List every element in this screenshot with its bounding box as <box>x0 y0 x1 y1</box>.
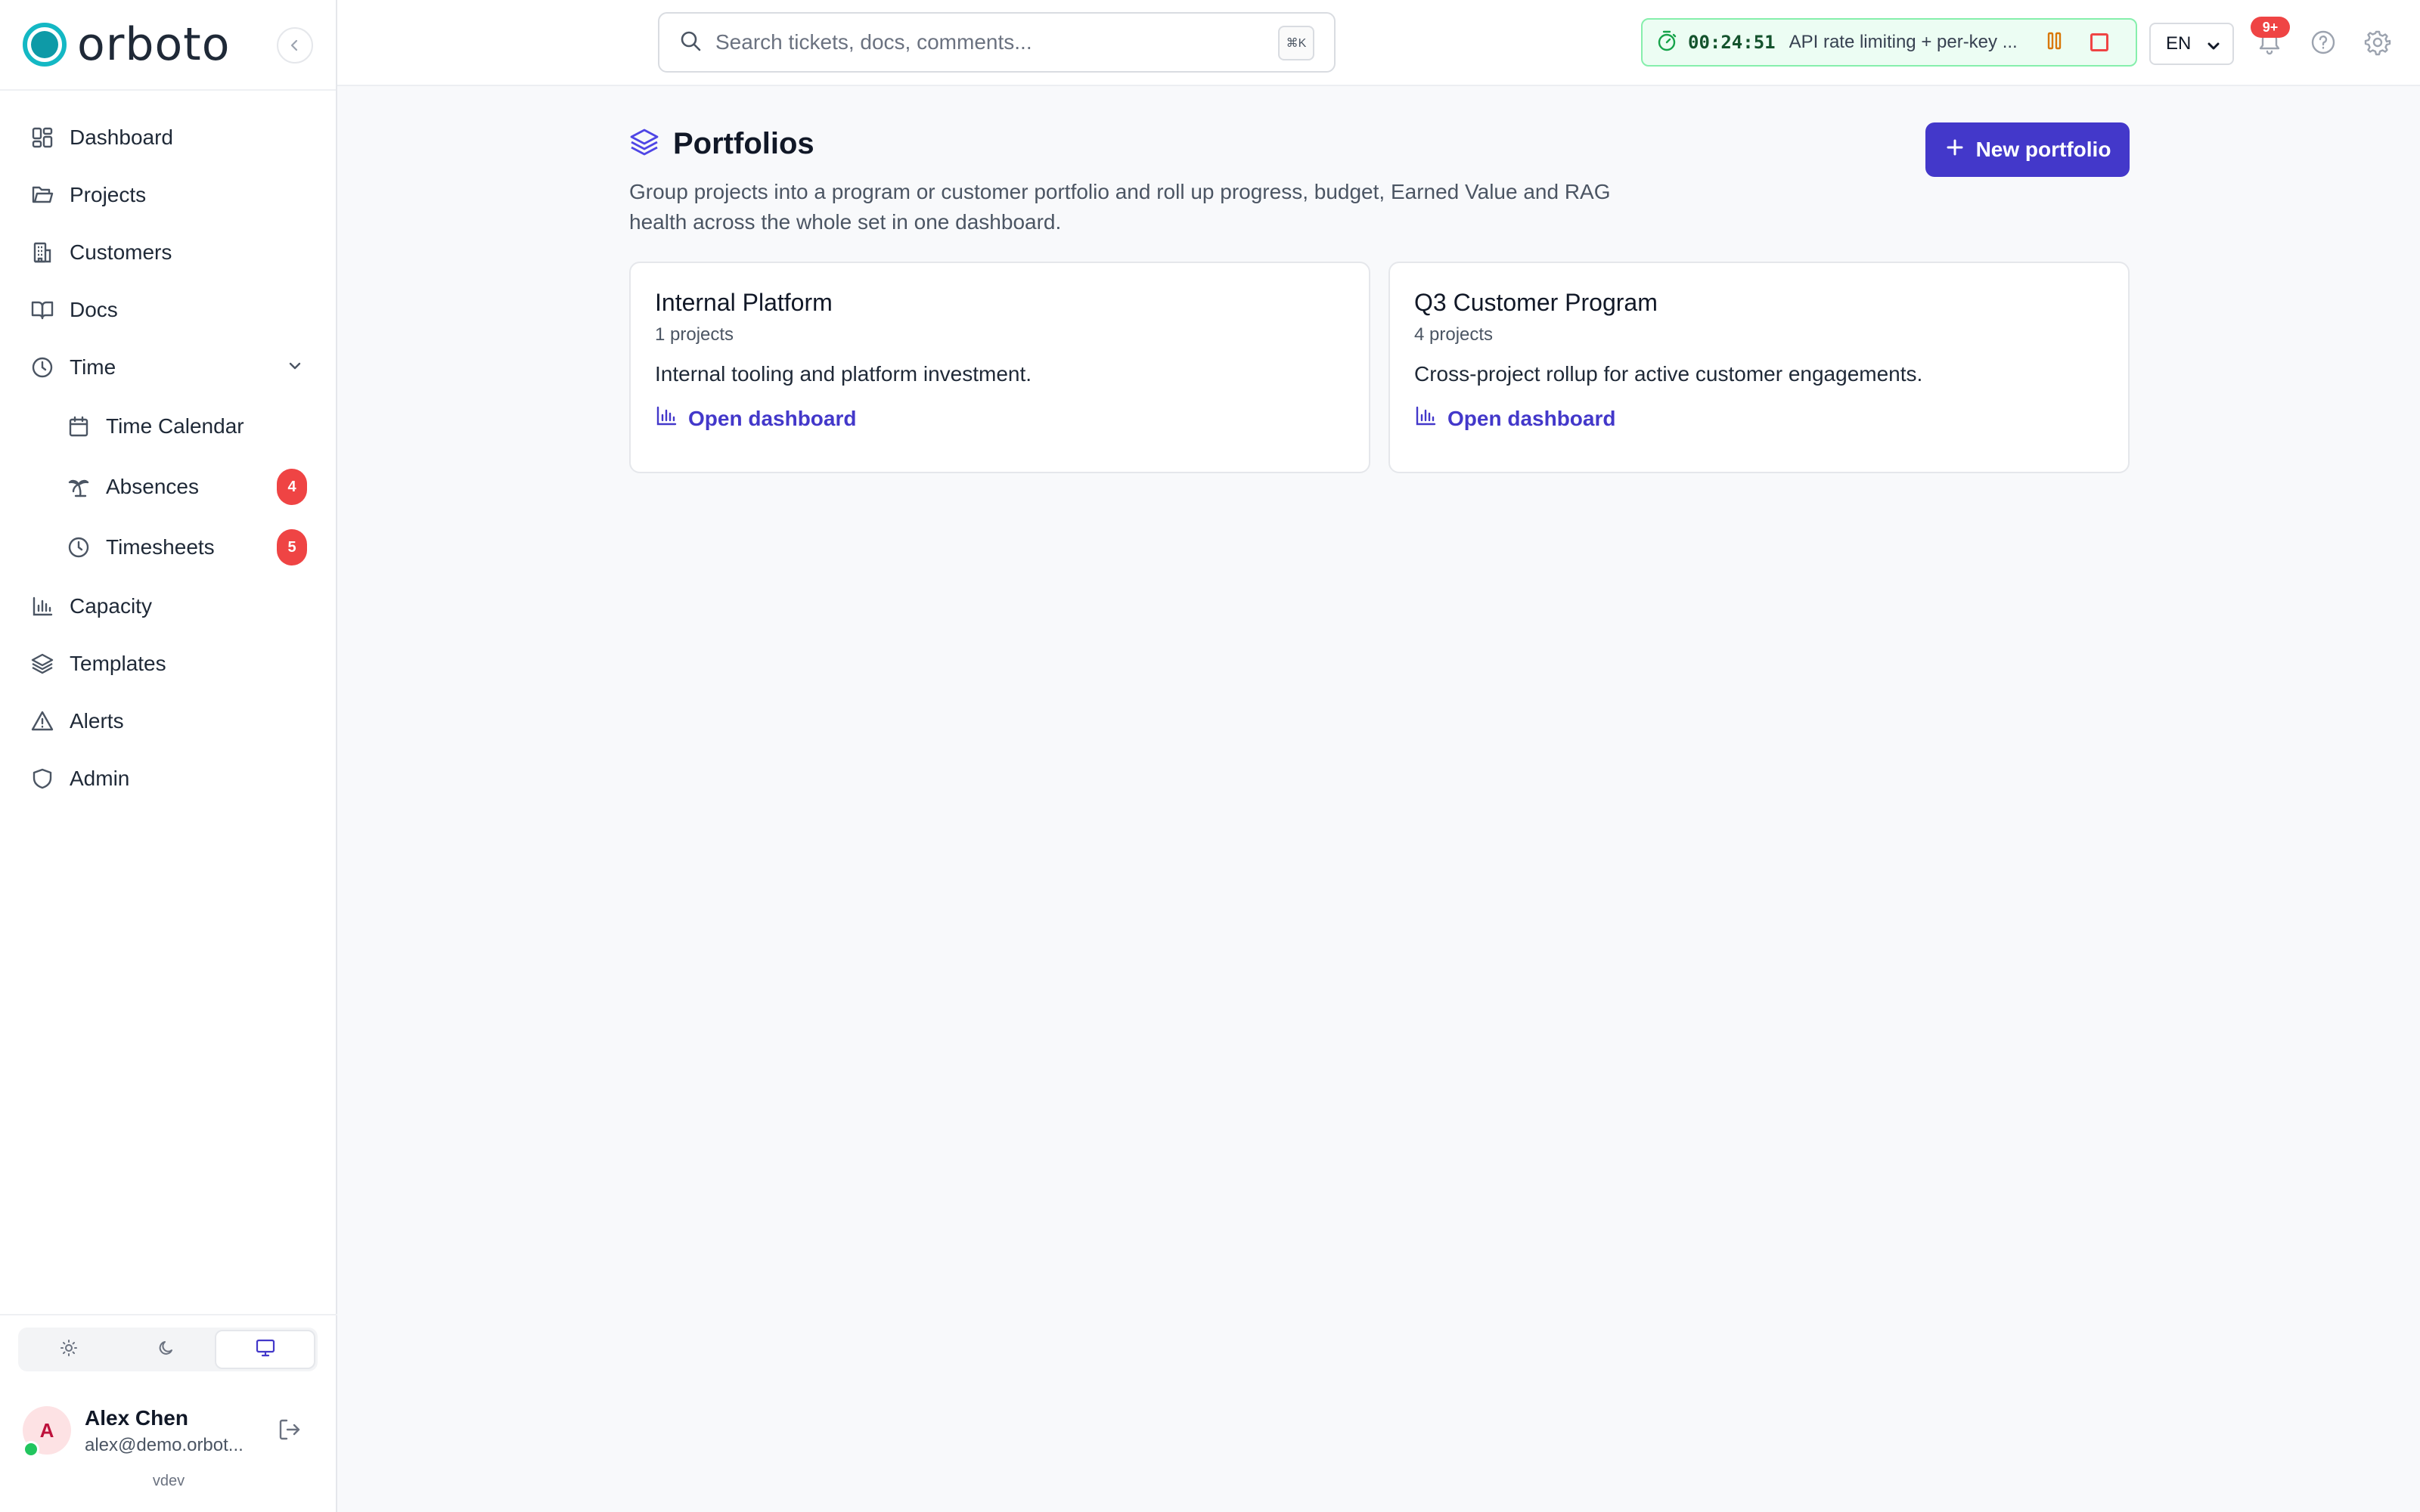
user-email: alex@demo.orbot... <box>85 1435 244 1455</box>
orboto-logo-icon <box>23 23 67 67</box>
stopwatch-icon <box>1656 29 1677 56</box>
sidebar-item-label: Time Calendar <box>106 414 244 438</box>
clock-icon <box>67 535 91 559</box>
portfolio-description: Cross-project rollup for active customer… <box>1414 362 1923 386</box>
plus-icon <box>1944 137 1965 163</box>
brand-name: orboto <box>77 18 231 71</box>
sidebar-nav: Dashboard Projects Customers Docs Time T… <box>0 91 336 807</box>
open-dashboard-link[interactable]: Open dashboard <box>655 404 1345 432</box>
search-shortcut-hint: ⌘K <box>1278 26 1314 60</box>
shield-icon <box>30 767 54 791</box>
dashboard-grid-icon <box>30 125 54 150</box>
sidebar-item-capacity[interactable]: Capacity <box>0 578 336 635</box>
sidebar-item-label: Templates <box>70 652 166 675</box>
sidebar-item-label: Customers <box>70 240 172 264</box>
sidebar-item-label: Timesheets <box>106 535 215 559</box>
search-input[interactable] <box>715 30 1275 54</box>
pause-timer-button[interactable] <box>2046 31 2063 54</box>
theme-light-button[interactable] <box>20 1330 118 1369</box>
building-icon <box>30 240 54 265</box>
new-portfolio-button[interactable]: New portfolio <box>1925 122 2130 177</box>
new-portfolio-label: New portfolio <box>1975 138 2111 161</box>
sidebar-item-label: Capacity <box>70 594 152 618</box>
sidebar-divider <box>0 1314 337 1315</box>
sidebar-item-docs[interactable]: Docs <box>0 281 336 339</box>
portfolio-card: Internal Platform 1 projects Internal to… <box>629 262 1370 473</box>
clock-icon <box>30 355 54 380</box>
theme-system-button[interactable] <box>215 1330 316 1369</box>
topbar: ⌘K 00:24:51 API rate limiting + per-key … <box>337 0 2420 86</box>
open-dashboard-label: Open dashboard <box>688 406 857 430</box>
logo-row: orboto <box>0 0 336 91</box>
gear-icon[interactable] <box>2364 29 2391 60</box>
sidebar-item-admin[interactable]: Admin <box>0 750 336 807</box>
sidebar-item-label: Projects <box>70 183 147 206</box>
bar-chart-icon <box>30 594 54 618</box>
open-dashboard-label: Open dashboard <box>1447 406 1616 430</box>
sidebar-item-time[interactable]: Time <box>0 339 336 396</box>
sun-icon <box>59 1338 79 1362</box>
sidebar-item-label: Time <box>70 355 116 379</box>
sidebar-item-templates[interactable]: Templates <box>0 635 336 692</box>
moon-icon <box>157 1338 176 1362</box>
sidebar-item-alerts[interactable]: Alerts <box>0 692 336 750</box>
user-profile: A Alex Chen alex@demo.orbot... <box>23 1403 318 1464</box>
help-icon[interactable] <box>2310 29 2337 60</box>
logout-icon[interactable] <box>277 1417 302 1446</box>
portfolio-name: Q3 Customer Program <box>1414 289 1658 316</box>
folder-icon <box>30 183 54 207</box>
absences-count-badge: 4 <box>277 469 307 505</box>
palm-tree-icon <box>67 475 91 499</box>
portfolio-card: Q3 Customer Program 4 projects Cross-pro… <box>1388 262 2130 473</box>
sidebar-item-label: Admin <box>70 767 130 790</box>
calendar-icon <box>67 414 91 438</box>
sidebar-item-projects[interactable]: Projects <box>0 166 336 224</box>
chevron-down-icon <box>284 355 306 380</box>
theme-dark-button[interactable] <box>118 1330 216 1369</box>
app-version: vdev <box>152 1473 185 1489</box>
language-value: EN <box>2166 33 2192 54</box>
bar-chart-icon <box>655 404 678 432</box>
search-icon <box>679 29 702 56</box>
portfolio-name: Internal Platform <box>655 289 833 316</box>
page-title: Portfolios <box>673 126 814 160</box>
book-icon <box>30 298 54 322</box>
open-dashboard-link[interactable]: Open dashboard <box>1414 404 2104 432</box>
sidebar-item-customers[interactable]: Customers <box>0 224 336 281</box>
page-title-row: Portfolios <box>629 124 2130 163</box>
timesheets-count-badge: 5 <box>277 529 307 565</box>
sidebar-item-time-calendar[interactable]: Time Calendar <box>0 396 336 457</box>
timer-task-name: API rate limiting + per-key ... <box>1789 32 2018 52</box>
online-status-dot <box>23 1441 39 1458</box>
sidebar-item-label: Alerts <box>70 709 124 733</box>
theme-switcher <box>18 1328 318 1371</box>
portfolio-project-count: 1 projects <box>655 324 734 345</box>
layers-icon <box>629 127 659 161</box>
bar-chart-icon <box>1414 404 1437 432</box>
timer-elapsed: 00:24:51 <box>1688 32 1776 53</box>
sidebar-item-label: Docs <box>70 298 118 321</box>
page-description: Group projects into a program or custome… <box>629 180 1611 234</box>
sidebar-item-absences[interactable]: Absences 4 <box>0 457 336 517</box>
global-search: ⌘K <box>658 12 1336 73</box>
running-timer[interactable]: 00:24:51 API rate limiting + per-key ... <box>1641 18 2137 67</box>
user-name: Alex Chen <box>85 1406 188 1430</box>
portfolio-description: Internal tooling and platform investment… <box>655 362 1032 386</box>
sidebar-item-dashboard[interactable]: Dashboard <box>0 109 336 166</box>
layers-icon <box>30 652 54 676</box>
notifications-badge: 9+ <box>2251 17 2290 38</box>
page-header: Portfolios Group projects into a program… <box>629 124 2130 237</box>
monitor-icon <box>255 1338 276 1362</box>
language-select[interactable]: EN <box>2149 23 2234 65</box>
warning-icon <box>30 709 54 733</box>
sidebar-item-label: Dashboard <box>70 125 173 149</box>
sidebar-item-timesheets[interactable]: Timesheets 5 <box>0 517 336 578</box>
portfolio-project-count: 4 projects <box>1414 324 1494 345</box>
collapse-sidebar-button[interactable] <box>277 27 313 64</box>
stop-timer-button[interactable] <box>2090 33 2108 51</box>
chevron-down-icon <box>2205 38 2222 60</box>
sidebar: orboto Dashboard Projects Customers Docs… <box>0 0 337 1512</box>
sidebar-item-label: Absences <box>106 475 199 498</box>
